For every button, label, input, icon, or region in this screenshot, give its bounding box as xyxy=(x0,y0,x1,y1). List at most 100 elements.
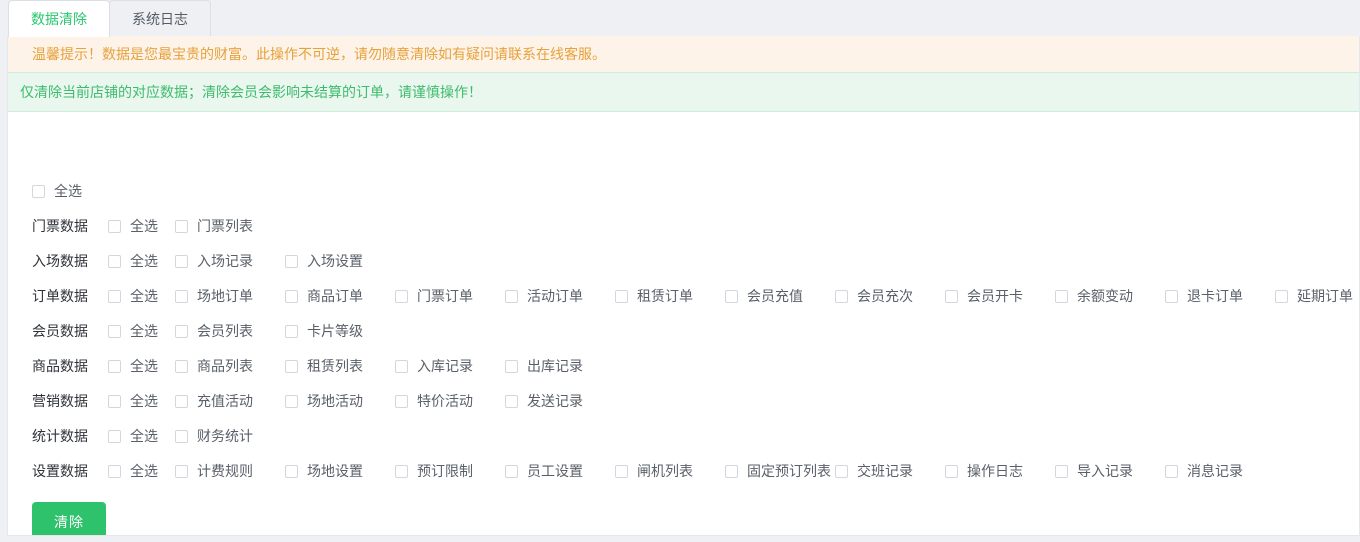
checkbox-option[interactable]: 发送记录 xyxy=(505,390,583,412)
checkbox-option[interactable]: 商品订单 xyxy=(285,285,363,307)
checkbox-option[interactable]: 租赁列表 xyxy=(285,355,363,377)
checkbox-select-all-row[interactable]: 全选 xyxy=(108,320,158,342)
checkbox-option[interactable]: 充值活动 xyxy=(175,390,253,412)
checkbox-select-all-row[interactable]: 全选 xyxy=(108,425,158,447)
checkbox-icon[interactable] xyxy=(1055,464,1068,478)
checkbox-icon[interactable] xyxy=(945,464,958,478)
checkbox-label: 财务统计 xyxy=(197,428,253,444)
checkbox-icon[interactable] xyxy=(108,324,121,338)
checkbox-option[interactable]: 退卡订单 xyxy=(1165,285,1243,307)
checkbox-icon[interactable] xyxy=(615,464,628,478)
checkbox-icon[interactable] xyxy=(505,464,518,478)
checkbox-icon[interactable] xyxy=(108,289,121,303)
checkbox-option[interactable]: 入场设置 xyxy=(285,250,363,272)
checkbox-option[interactable]: 延期订单 xyxy=(1275,285,1353,307)
checkbox-icon[interactable] xyxy=(945,289,958,303)
checkbox-icon[interactable] xyxy=(285,254,298,268)
checkbox-option[interactable]: 门票订单 xyxy=(395,285,473,307)
checkbox-icon[interactable] xyxy=(175,464,188,478)
checkbox-option[interactable]: 导入记录 xyxy=(1055,460,1133,482)
checkbox-option[interactable]: 余额变动 xyxy=(1055,285,1133,307)
checkbox-icon[interactable] xyxy=(285,464,298,478)
checkbox-icon[interactable] xyxy=(725,289,738,303)
tab-system-log-label: 系统日志 xyxy=(132,11,188,27)
checkbox-option[interactable]: 特价活动 xyxy=(395,390,473,412)
checkbox-icon[interactable] xyxy=(505,289,518,303)
checkbox-icon[interactable] xyxy=(108,254,121,268)
checkbox-option[interactable]: 入库记录 xyxy=(395,355,473,377)
checkbox-icon[interactable] xyxy=(615,289,628,303)
checkbox-label: 交班记录 xyxy=(857,463,913,479)
checkbox-icon[interactable] xyxy=(395,359,408,373)
checkbox-icon[interactable] xyxy=(505,394,518,408)
checkbox-icon[interactable] xyxy=(395,464,408,478)
checkbox-icon[interactable] xyxy=(175,394,188,408)
checkbox-icon[interactable] xyxy=(1165,464,1178,478)
checkbox-option[interactable]: 会员充次 xyxy=(835,285,913,307)
checkbox-option[interactable]: 场地活动 xyxy=(285,390,363,412)
checkbox-option[interactable]: 入场记录 xyxy=(175,250,253,272)
checkbox-icon[interactable] xyxy=(1055,289,1068,303)
clear-button[interactable]: 清除 xyxy=(32,502,106,535)
checkbox-select-all-label: 全选 xyxy=(54,183,82,199)
checkbox-icon[interactable] xyxy=(285,289,298,303)
tab-data-clear[interactable]: 数据清除 xyxy=(8,0,110,37)
checkbox-option[interactable]: 会员列表 xyxy=(175,320,253,342)
checkbox-label: 消息记录 xyxy=(1187,463,1243,479)
checkbox-option[interactable]: 活动订单 xyxy=(505,285,583,307)
checkbox-label: 全选 xyxy=(130,428,158,444)
checkbox-select-all-row[interactable]: 全选 xyxy=(108,460,158,482)
checkbox-option[interactable]: 预订限制 xyxy=(395,460,473,482)
checkbox-option[interactable]: 计费规则 xyxy=(175,460,253,482)
checkbox-icon[interactable] xyxy=(725,464,738,478)
checkbox-icon[interactable] xyxy=(32,184,45,198)
checkbox-option[interactable]: 操作日志 xyxy=(945,460,1023,482)
checkbox-option[interactable]: 商品列表 xyxy=(175,355,253,377)
checkbox-icon[interactable] xyxy=(505,359,518,373)
checkbox-option[interactable]: 门票列表 xyxy=(175,215,253,237)
checkbox-option[interactable]: 消息记录 xyxy=(1165,460,1243,482)
checkbox-icon[interactable] xyxy=(1275,289,1288,303)
checkbox-icon[interactable] xyxy=(175,289,188,303)
checkbox-select-all-row[interactable]: 全选 xyxy=(108,250,158,272)
checkbox-option[interactable]: 固定预订列表 xyxy=(725,460,831,482)
checkbox-option[interactable]: 闸机列表 xyxy=(615,460,693,482)
checkbox-option[interactable]: 会员开卡 xyxy=(945,285,1023,307)
checkbox-option[interactable]: 会员充值 xyxy=(725,285,803,307)
checkbox-label: 卡片等级 xyxy=(307,323,363,339)
checkbox-icon[interactable] xyxy=(1165,289,1178,303)
checkbox-icon[interactable] xyxy=(395,289,408,303)
checkbox-icon[interactable] xyxy=(285,359,298,373)
checkbox-icon[interactable] xyxy=(175,219,188,233)
checkbox-select-all-row[interactable]: 全选 xyxy=(108,285,158,307)
checkbox-option[interactable]: 租赁订单 xyxy=(615,285,693,307)
data-row-label: 门票数据 xyxy=(32,218,88,234)
checkbox-icon[interactable] xyxy=(108,219,121,233)
checkbox-icon[interactable] xyxy=(175,429,188,443)
checkbox-icon[interactable] xyxy=(108,464,121,478)
checkbox-label: 商品订单 xyxy=(307,288,363,304)
checkbox-option[interactable]: 场地订单 xyxy=(175,285,253,307)
checkbox-option[interactable]: 财务统计 xyxy=(175,425,253,447)
checkbox-icon[interactable] xyxy=(835,289,848,303)
checkbox-icon[interactable] xyxy=(108,429,121,443)
checkbox-select-all[interactable]: 全选 xyxy=(32,180,82,202)
checkbox-option[interactable]: 交班记录 xyxy=(835,460,913,482)
checkbox-icon[interactable] xyxy=(108,359,121,373)
checkbox-select-all-row[interactable]: 全选 xyxy=(108,215,158,237)
checkbox-select-all-row[interactable]: 全选 xyxy=(108,355,158,377)
checkbox-option[interactable]: 员工设置 xyxy=(505,460,583,482)
checkbox-icon[interactable] xyxy=(835,464,848,478)
checkbox-icon[interactable] xyxy=(285,324,298,338)
checkbox-select-all-row[interactable]: 全选 xyxy=(108,390,158,412)
checkbox-option[interactable]: 卡片等级 xyxy=(285,320,363,342)
checkbox-option[interactable]: 场地设置 xyxy=(285,460,363,482)
checkbox-icon[interactable] xyxy=(175,254,188,268)
checkbox-icon[interactable] xyxy=(395,394,408,408)
checkbox-option[interactable]: 出库记录 xyxy=(505,355,583,377)
tab-system-log[interactable]: 系统日志 xyxy=(109,0,211,37)
checkbox-icon[interactable] xyxy=(108,394,121,408)
checkbox-icon[interactable] xyxy=(175,359,188,373)
checkbox-icon[interactable] xyxy=(285,394,298,408)
checkbox-icon[interactable] xyxy=(175,324,188,338)
